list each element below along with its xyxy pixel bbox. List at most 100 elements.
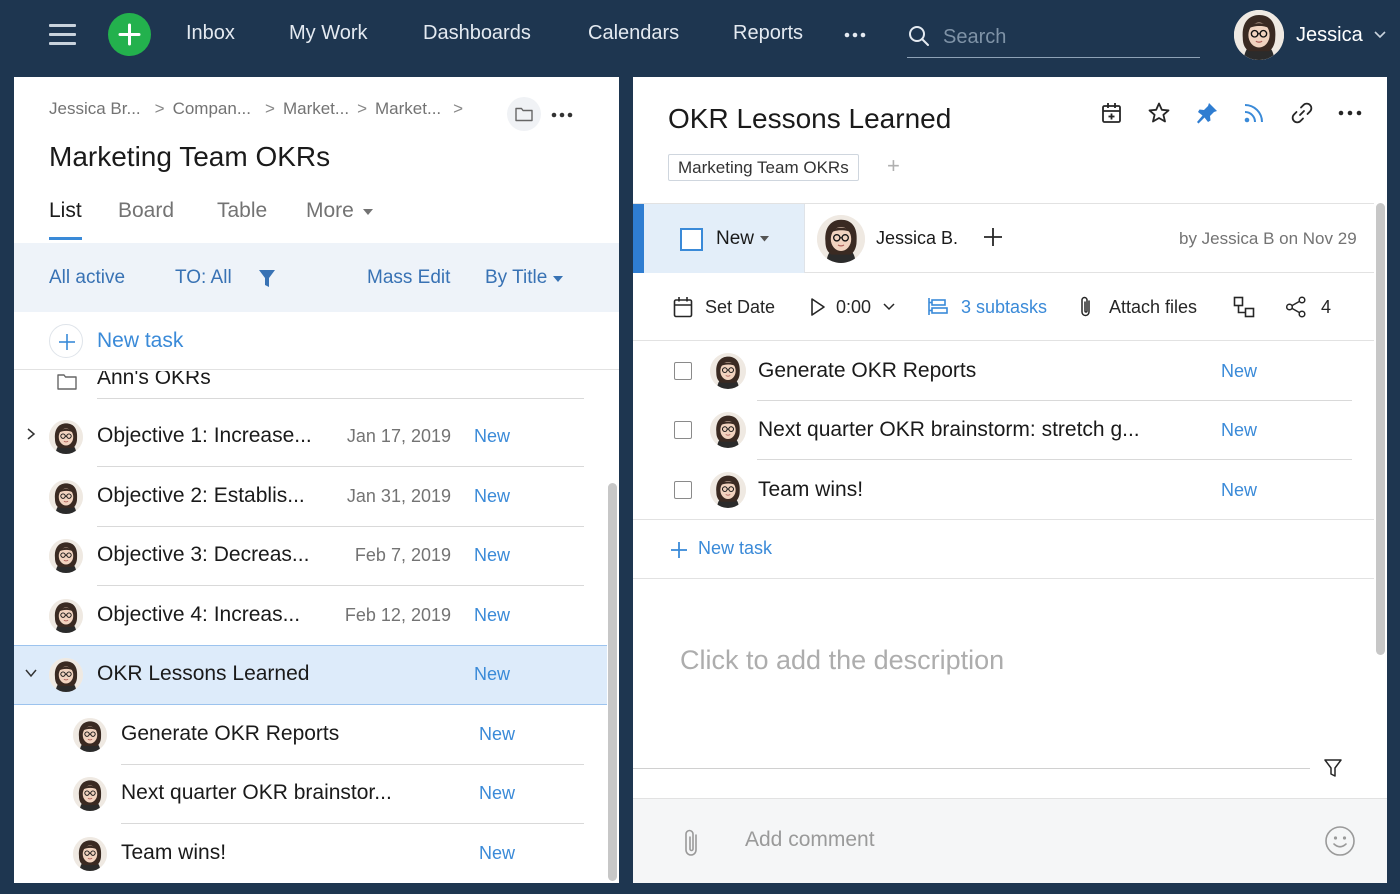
user-menu[interactable]: Jessica <box>1234 10 1387 60</box>
more-options-icon[interactable] <box>551 104 573 126</box>
attach-files-button[interactable]: Attach files <box>1079 295 1197 319</box>
group-name: Ann's OKRs <box>97 371 211 389</box>
folder-icon <box>515 107 533 122</box>
task-title[interactable]: OKR Lessons Learned <box>668 103 951 135</box>
task-row[interactable]: Objective 4: Increas... Feb 12, 2019 New <box>14 586 604 646</box>
subtask-row[interactable]: Generate OKR Reports New <box>14 705 604 765</box>
breadcrumb-item[interactable]: Jessica Br... <box>49 99 141 118</box>
sort-by-title[interactable]: By Title <box>485 267 563 289</box>
add-assignee-icon[interactable] <box>982 226 1004 248</box>
subtask-row[interactable]: Next quarter OKR brainstorm: stretch g..… <box>633 400 1374 460</box>
subtask-name: Team wins! <box>758 478 864 501</box>
scrollbar[interactable] <box>1376 203 1385 783</box>
chevron-right-icon[interactable] <box>24 427 38 441</box>
subtasks-button[interactable]: 3 subtasks <box>927 295 1047 319</box>
link-icon[interactable] <box>1290 101 1314 125</box>
subtask-checkbox[interactable] <box>674 421 692 439</box>
subtask-status[interactable]: New <box>1221 480 1257 501</box>
subtask-row[interactable]: Next quarter OKR brainstor... New <box>14 764 604 824</box>
task-row[interactable]: Objective 1: Increase... Jan 17, 2019 Ne… <box>14 407 604 467</box>
task-name: Objective 2: Establis... <box>97 484 305 507</box>
task-status[interactable]: New <box>474 605 510 626</box>
new-task-plus-button[interactable] <box>49 324 83 358</box>
mass-edit-button[interactable]: Mass Edit <box>367 267 450 289</box>
subtask-status[interactable]: New <box>1221 361 1257 382</box>
paperclip-icon[interactable] <box>680 827 704 859</box>
task-status[interactable]: New <box>474 664 510 685</box>
share-button[interactable]: 4 <box>1285 295 1331 319</box>
new-subtask-link[interactable]: New task <box>698 538 772 559</box>
nav-dashboards[interactable]: Dashboards <box>423 22 531 45</box>
task-status[interactable]: New <box>474 486 510 507</box>
nav-reports[interactable]: Reports <box>733 22 803 45</box>
subtask-checkbox[interactable] <box>674 362 692 380</box>
assignee-avatar <box>49 480 83 514</box>
calendar-add-icon[interactable] <box>1100 101 1124 125</box>
subtask-status[interactable]: New <box>479 843 515 864</box>
subtask-status[interactable]: New <box>479 724 515 745</box>
more-icon[interactable] <box>844 24 866 46</box>
scrollbar[interactable] <box>608 371 617 883</box>
folder-title: Marketing Team OKRs <box>49 141 331 172</box>
breadcrumb-item[interactable]: Market... <box>375 99 441 118</box>
tab-list[interactable]: List <box>49 199 82 240</box>
tab-more[interactable]: More <box>306 199 374 223</box>
task-row[interactable]: Objective 2: Establis... Jan 31, 2019 Ne… <box>14 467 604 527</box>
task-action-bar: Set Date 0:00 3 subtasks Attach files 4 <box>633 273 1374 341</box>
rss-subscribe-icon[interactable] <box>1242 101 1266 125</box>
tab-table[interactable]: Table <box>217 199 267 223</box>
subtask-status[interactable]: New <box>1221 420 1257 441</box>
status-selector[interactable]: New <box>633 204 805 273</box>
folder-button[interactable] <box>507 97 541 131</box>
scrollbar-thumb[interactable] <box>1376 203 1385 655</box>
comment-bar <box>633 798 1387 883</box>
star-icon[interactable] <box>1147 101 1171 125</box>
assignee-avatar <box>710 472 746 508</box>
more-options-icon[interactable] <box>1338 101 1362 125</box>
status-checkbox[interactable] <box>680 228 703 251</box>
nav-calendars[interactable]: Calendars <box>588 22 679 45</box>
assignee-avatar[interactable] <box>817 215 865 263</box>
add-folder-tag-icon[interactable]: + <box>887 155 900 177</box>
subtask-row[interactable]: Team wins! New <box>14 824 604 883</box>
menu-icon[interactable] <box>49 24 76 46</box>
new-task-link[interactable]: New task <box>97 329 183 353</box>
task-status[interactable]: New <box>474 545 510 566</box>
subtask-row[interactable]: Generate OKR Reports New <box>633 341 1374 401</box>
task-row[interactable]: Objective 3: Decreas... Feb 7, 2019 New <box>14 526 604 586</box>
filter-to-all[interactable]: TO: All <box>175 267 232 289</box>
emoji-icon[interactable] <box>1324 825 1356 857</box>
task-row-selected[interactable]: OKR Lessons Learned New <box>14 645 607 705</box>
play-icon <box>811 298 825 316</box>
breadcrumb-item[interactable]: Market... <box>283 99 349 118</box>
subtask-row[interactable]: Team wins! New <box>633 460 1374 520</box>
pin-icon[interactable] <box>1195 101 1219 125</box>
comment-input[interactable] <box>745 823 1305 857</box>
set-date-button[interactable]: Set Date <box>673 295 775 319</box>
group-header[interactable]: Ann's OKRs <box>14 371 604 399</box>
plus-icon[interactable] <box>670 541 688 559</box>
scrollbar-thumb[interactable] <box>608 483 617 881</box>
search-input[interactable] <box>943 20 1193 54</box>
tab-board[interactable]: Board <box>118 199 174 223</box>
new-subtask-row: New task <box>633 519 1374 579</box>
filter-icon[interactable] <box>258 269 276 289</box>
assignee-avatar <box>73 718 107 752</box>
chevron-down-icon[interactable] <box>24 666 38 680</box>
task-name: OKR Lessons Learned <box>97 662 310 685</box>
description-editor[interactable]: Click to add the description <box>680 645 1004 676</box>
time-tracker-button[interactable]: 0:00 <box>810 295 895 319</box>
dependencies-button[interactable] <box>1233 295 1267 319</box>
subtask-checkbox[interactable] <box>674 481 692 499</box>
task-name: Objective 3: Decreas... <box>97 543 310 566</box>
nav-my-work[interactable]: My Work <box>289 22 368 45</box>
nav-inbox[interactable]: Inbox <box>186 22 235 45</box>
filter-all-active[interactable]: All active <box>49 267 125 289</box>
assignee-name[interactable]: Jessica B. <box>876 228 958 249</box>
folder-tag[interactable]: Marketing Team OKRs <box>668 154 859 181</box>
breadcrumb-item[interactable]: Compan... <box>173 99 251 118</box>
task-status[interactable]: New <box>474 426 510 447</box>
create-new-button[interactable] <box>108 13 151 56</box>
filter-icon[interactable] <box>1323 758 1343 778</box>
subtask-status[interactable]: New <box>479 783 515 804</box>
